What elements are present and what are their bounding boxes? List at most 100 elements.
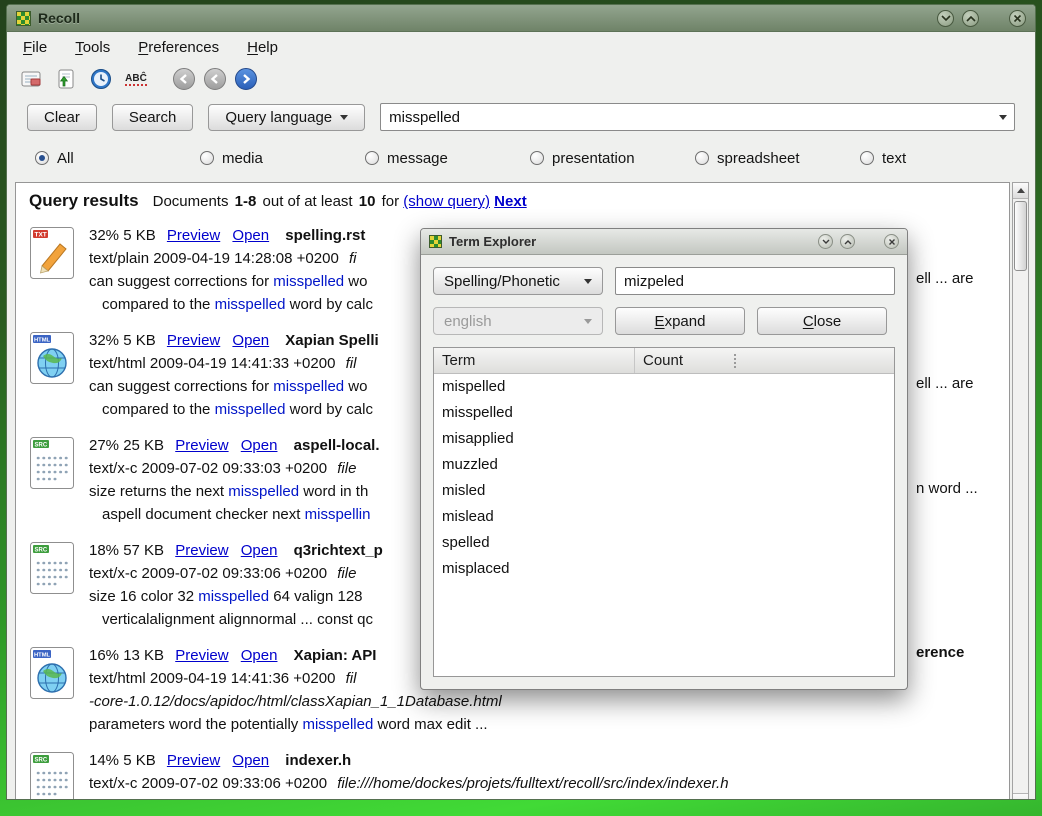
result-title-fragment: erence xyxy=(916,644,964,661)
result-url: file xyxy=(337,565,356,582)
spell-term-explorer-icon[interactable]: ABĈ xyxy=(124,67,148,91)
term-input[interactable] xyxy=(615,267,895,295)
filter-row: All media message presentation spreadshe… xyxy=(7,138,1035,178)
back-icon[interactable] xyxy=(204,68,226,90)
scrollbar-thumb[interactable] xyxy=(1014,201,1027,271)
dialog-titlebar[interactable]: Term Explorer xyxy=(421,229,907,255)
result-title: Xapian Spelli xyxy=(285,332,378,349)
shade-up-icon[interactable] xyxy=(962,10,979,27)
search-input[interactable] xyxy=(380,103,1015,131)
expansion-mode-dropdown[interactable]: Spelling/Phonetic xyxy=(433,267,603,295)
result-score-size: 27% 25 KB xyxy=(89,437,164,454)
filter-radio-media[interactable]: media xyxy=(200,150,365,167)
doc-icon-html: HTML xyxy=(29,644,89,736)
update-index-icon[interactable] xyxy=(54,67,78,91)
term-table-header[interactable]: Term Count xyxy=(434,348,894,374)
forward-icon[interactable] xyxy=(235,68,257,90)
filter-label: message xyxy=(387,150,448,167)
filter-radio-presentation[interactable]: presentation xyxy=(530,150,695,167)
toolbar: ABĈ xyxy=(7,62,1035,96)
expand-button[interactable]: Expand xyxy=(615,307,745,335)
svg-text:SRC: SRC xyxy=(35,443,48,449)
close-icon[interactable] xyxy=(1009,10,1026,27)
term-row[interactable]: misapplied xyxy=(434,426,894,452)
filter-radio-spreadsheet[interactable]: spreadsheet xyxy=(695,150,860,167)
open-link[interactable]: Open xyxy=(232,227,269,244)
preview-link[interactable]: Preview xyxy=(167,752,220,769)
term-row[interactable]: misled xyxy=(434,478,894,504)
open-link[interactable]: Open xyxy=(241,542,278,559)
filter-radio-all[interactable]: All xyxy=(35,150,200,167)
next-page-link[interactable]: Next xyxy=(494,193,527,210)
svg-text:HTML: HTML xyxy=(34,338,51,344)
shade-down-icon[interactable] xyxy=(818,234,833,249)
result-meta: text/x-c 2009-07-02 09:33:06 +0200 xyxy=(89,775,327,792)
radio-icon xyxy=(860,151,874,165)
result-snippet-fragment: ell ... are xyxy=(916,270,974,287)
term-row[interactable]: muzzled xyxy=(434,452,894,478)
scroll-down-icon[interactable] xyxy=(1013,793,1028,800)
filter-label: spreadsheet xyxy=(717,150,800,167)
clear-button[interactable]: Clear xyxy=(27,104,97,131)
results-scrollbar[interactable] xyxy=(1012,182,1029,800)
result-url-continuation: -core-1.0.12/docs/apidoc/html/classXapia… xyxy=(89,690,1009,713)
filter-radio-text[interactable]: text xyxy=(860,150,1025,167)
doc-icon-text: TXT xyxy=(29,224,89,316)
result-url: file:///home/dockes/projets/fulltext/rec… xyxy=(337,775,728,792)
menu-tools[interactable]: Tools xyxy=(75,39,110,56)
scrollbar-track[interactable] xyxy=(1013,199,1028,793)
result-score-size: 16% 13 KB xyxy=(89,647,164,664)
term-row[interactable]: spelled xyxy=(434,530,894,556)
history-clock-icon[interactable] xyxy=(89,67,113,91)
column-count[interactable]: Count xyxy=(634,348,894,373)
preview-link[interactable]: Preview xyxy=(175,437,228,454)
open-link[interactable]: Open xyxy=(241,647,278,664)
chevron-down-icon[interactable] xyxy=(999,115,1007,120)
preview-link[interactable]: Preview xyxy=(175,647,228,664)
result-url: file xyxy=(337,460,356,477)
result-title: Xapian: API xyxy=(294,647,377,664)
result-title: spelling.rst xyxy=(285,227,365,244)
preview-link[interactable]: Preview xyxy=(167,227,220,244)
open-link[interactable]: Open xyxy=(232,752,269,769)
column-term[interactable]: Term xyxy=(434,352,634,369)
radio-icon xyxy=(35,151,49,165)
search-button[interactable]: Search xyxy=(112,104,194,131)
preview-link[interactable]: Preview xyxy=(175,542,228,559)
chevron-down-icon xyxy=(340,115,348,120)
show-query-link[interactable]: (show query) xyxy=(403,193,490,210)
menu-help[interactable]: Help xyxy=(247,39,278,56)
clear-search-icon[interactable] xyxy=(19,67,43,91)
filter-label: presentation xyxy=(552,150,635,167)
scroll-up-icon[interactable] xyxy=(1013,183,1028,199)
result-meta: text/plain 2009-04-19 14:28:08 +0200 xyxy=(89,250,339,267)
filter-label: text xyxy=(882,150,906,167)
radio-icon xyxy=(200,151,214,165)
menu-file[interactable]: File xyxy=(23,39,47,56)
window-title: Recoll xyxy=(38,10,80,26)
close-icon[interactable] xyxy=(884,234,899,249)
chevron-down-icon xyxy=(584,319,592,324)
language-dropdown: english xyxy=(433,307,603,335)
shade-up-icon[interactable] xyxy=(840,234,855,249)
radio-icon xyxy=(695,151,709,165)
column-grip-icon[interactable] xyxy=(734,354,736,368)
term-row[interactable]: misspelled xyxy=(434,400,894,426)
term-row[interactable]: mispelled xyxy=(434,374,894,400)
back-icon[interactable] xyxy=(173,68,195,90)
term-row[interactable]: misplaced xyxy=(434,556,894,582)
filter-radio-message[interactable]: message xyxy=(365,150,530,167)
result-meta: text/x-c 2009-07-02 09:33:03 +0200 xyxy=(89,460,327,477)
dialog-title: Term Explorer xyxy=(449,234,536,249)
query-language-dropdown[interactable]: Query language xyxy=(208,104,365,131)
term-explorer-dialog: Term Explorer Spelling/Phonetic english xyxy=(420,228,908,690)
doc-icon-source: SRC xyxy=(29,749,89,800)
term-row[interactable]: mislead xyxy=(434,504,894,530)
titlebar[interactable]: Recoll xyxy=(7,5,1035,32)
open-link[interactable]: Open xyxy=(241,437,278,454)
preview-link[interactable]: Preview xyxy=(167,332,220,349)
open-link[interactable]: Open xyxy=(232,332,269,349)
menu-preferences[interactable]: Preferences xyxy=(138,39,219,56)
close-button[interactable]: Close xyxy=(757,307,887,335)
shade-down-icon[interactable] xyxy=(937,10,954,27)
